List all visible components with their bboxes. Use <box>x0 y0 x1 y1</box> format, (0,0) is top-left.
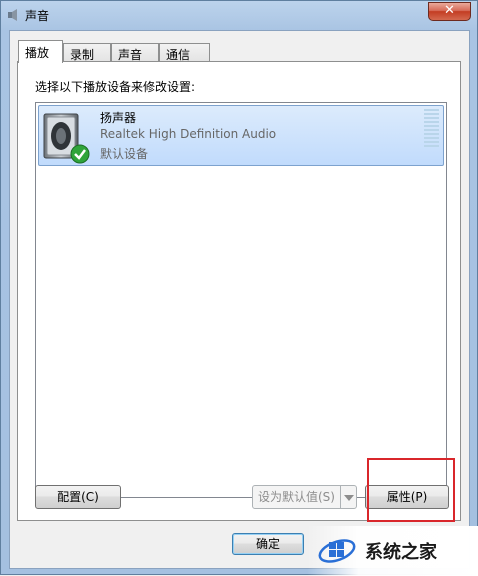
device-name: 扬声器 <box>100 111 137 125</box>
panel-prompt: 选择以下播放设备来修改设置: <box>35 80 196 94</box>
tab-sounds[interactable]: 声音 <box>111 43 159 62</box>
device-status: 默认设备 <box>100 147 149 161</box>
dialog-client-area: 播放 录制 声音 通信 选择以下播放设备来修改设置: 扬声器 Realtek H… <box>9 30 470 569</box>
tab-communications[interactable]: 通信 <box>159 43 210 62</box>
watermark-text: 系统之家 <box>365 542 437 563</box>
level-meter <box>424 109 439 149</box>
close-button[interactable]: ✕ <box>428 2 471 21</box>
close-icon: ✕ <box>444 3 455 18</box>
ok-button[interactable]: 确定 <box>232 533 304 555</box>
set-default-button[interactable]: 设为默认值(S) <box>252 485 357 509</box>
tab-playback[interactable]: 播放 <box>18 40 63 63</box>
properties-button[interactable]: 属性(P) <box>365 485 449 509</box>
set-default-label: 设为默认值(S) <box>258 490 335 504</box>
window-title: 声音 <box>25 9 50 23</box>
sound-app-icon <box>8 9 17 21</box>
chevron-down-icon[interactable] <box>340 486 356 508</box>
configure-button[interactable]: 配置(C) <box>35 485 121 509</box>
list-item[interactable]: 扬声器 Realtek High Definition Audio 默认设备 <box>38 105 444 166</box>
device-list[interactable]: 扬声器 Realtek High Definition Audio 默认设备 <box>35 102 447 498</box>
playback-panel: 选择以下播放设备来修改设置: 扬声器 Realtek High Definiti… <box>17 61 461 521</box>
green-check-icon <box>70 144 90 164</box>
tab-recording[interactable]: 录制 <box>63 43 111 62</box>
title-bar[interactable]: 声音 ✕ <box>1 1 477 29</box>
watermark-logo-icon <box>318 539 356 563</box>
device-description: Realtek High Definition Audio <box>100 127 277 141</box>
sound-dialog: 声音 ✕ 播放 录制 声音 通信 选择以下播放设备来修改设置: 扬声器 Real… <box>0 0 478 576</box>
watermark: 系统之家 <box>307 526 478 576</box>
